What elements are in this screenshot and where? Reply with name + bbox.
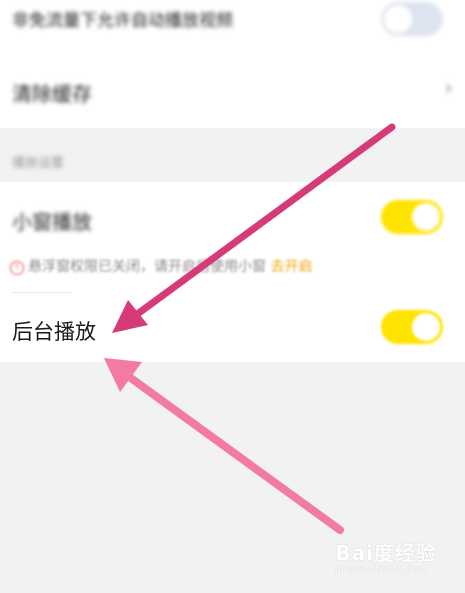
watermark-brand: Bai度经验 — [335, 541, 437, 565]
arrow-dark — [112, 123, 396, 333]
arrow-light — [104, 358, 344, 534]
baidu-jingyan-watermark: Bai度经验 jingyan.baidu.com — [335, 537, 437, 575]
watermark-sub: jingyan.baidu.com — [335, 564, 428, 575]
settings-screen: 非免流量下允许自动播放视频 清除缓存 › 播放设置 小窗播放 ! 悬浮窗权限已关闭… — [0, 0, 465, 593]
annotation-arrows — [104, 123, 396, 534]
